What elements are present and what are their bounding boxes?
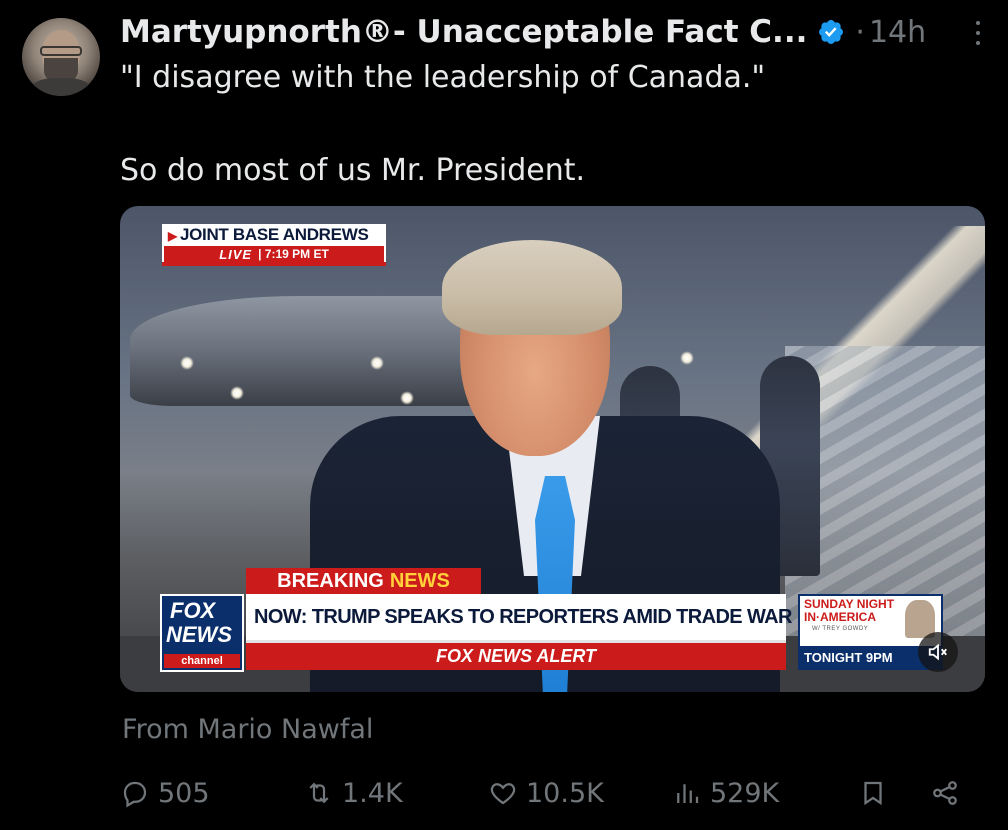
media-attribution[interactable]: From Mario Nawfal — [122, 714, 373, 745]
reply-button[interactable]: 505 — [120, 768, 210, 818]
tweet-text-line-2: So do most of us Mr. President. — [120, 153, 586, 188]
location-text: JOINT BASE ANDREWS — [179, 225, 369, 244]
background-light — [680, 351, 694, 365]
chyron-headline: NOW: TRUMP SPEAKS TO REPORTERS AMID TRAD… — [246, 594, 792, 640]
more-options-icon[interactable] — [968, 18, 988, 48]
like-count: 10.5K — [526, 777, 604, 809]
mute-glyph — [928, 643, 947, 661]
heart-icon — [490, 783, 516, 805]
speaker-hair — [442, 240, 622, 335]
background-light — [230, 386, 244, 400]
repost-button[interactable]: 1.4K — [304, 768, 403, 818]
views-button[interactable]: 529K — [672, 768, 779, 818]
location-label: ▶ JOINT BASE ANDREWS — [168, 225, 369, 245]
breaking-news-banner: BREAKING NEWS — [246, 568, 481, 594]
more-dot — [976, 31, 980, 35]
logo-news: NEWS — [166, 622, 232, 647]
background-light — [400, 391, 414, 405]
avatar-glasses — [40, 46, 82, 56]
fox-news-logo: FOX NEWS channel — [160, 594, 244, 672]
background-light — [370, 356, 384, 370]
header-separator: · — [855, 14, 865, 50]
more-dot — [976, 21, 980, 25]
author-display-name[interactable]: Martyupnorth®- Unacceptable Fact C... — [120, 14, 807, 50]
more-dot — [976, 41, 980, 45]
reply-count: 505 — [158, 777, 210, 809]
location-bug: ▶ JOINT BASE ANDREWS LIVE | 7:19 PM ET — [162, 224, 386, 266]
share-button[interactable] — [930, 768, 968, 818]
avatar[interactable] — [22, 18, 100, 96]
promo-line-3: W/ TREY GOWDY — [812, 626, 869, 632]
logo-fox: FOX — [170, 598, 216, 623]
reply-icon — [123, 781, 147, 808]
share-icon — [933, 781, 957, 805]
promo-line-2: IN·AMERICA — [804, 610, 876, 624]
bookmark-button[interactable] — [858, 768, 896, 818]
tweet-text-line-1: "I disagree with the leadership of Canad… — [120, 60, 766, 95]
analytics-icon — [677, 784, 699, 803]
fox-news-alert: FOX NEWS ALERT — [246, 640, 786, 670]
breaking-label: BREAKING — [277, 569, 384, 592]
live-label: LIVE — [219, 246, 253, 262]
like-button[interactable]: 10.5K — [488, 768, 604, 818]
tweet-header: Martyupnorth®- Unacceptable Fact C... · … — [120, 10, 988, 54]
verified-badge-icon[interactable] — [817, 18, 845, 46]
view-count: 529K — [710, 777, 780, 809]
logo-channel: channel — [164, 654, 240, 668]
live-time: | 7:19 PM ET — [258, 247, 329, 261]
background-light — [180, 356, 194, 370]
live-row: LIVE | 7:19 PM ET — [164, 246, 384, 262]
tweet[interactable]: Martyupnorth®- Unacceptable Fact C... · … — [0, 0, 1008, 830]
avatar-shirt — [30, 78, 92, 96]
repost-count: 1.4K — [342, 777, 403, 809]
tweet-timestamp[interactable]: 14h — [869, 15, 926, 50]
bookmark-icon — [864, 781, 882, 806]
tweet-actions: 505 1.4K 10.5K 529K — [120, 768, 970, 818]
breaking-news-label: NEWS — [389, 569, 450, 592]
repost-icon — [309, 782, 329, 804]
speaker-muted-icon[interactable] — [918, 632, 958, 672]
play-arrow-icon: ▶ — [168, 229, 177, 243]
video-player[interactable]: ▶ JOINT BASE ANDREWS LIVE | 7:19 PM ET BR… — [120, 206, 985, 692]
